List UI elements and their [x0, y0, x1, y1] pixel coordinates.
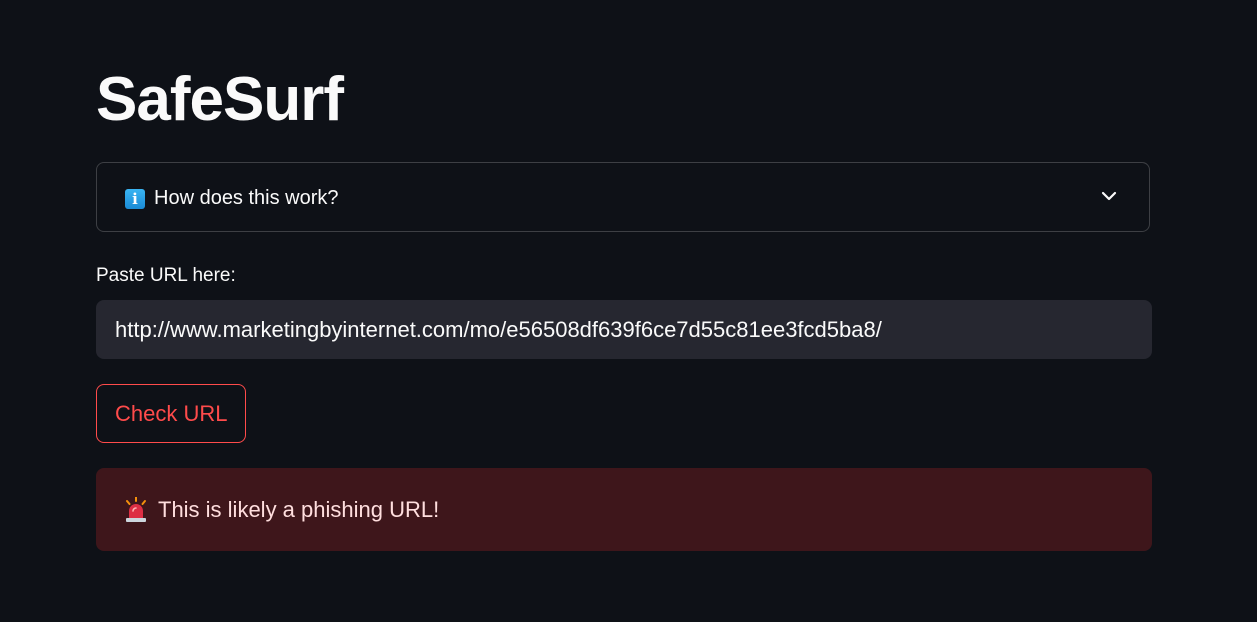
result-message: This is likely a phishing URL! — [158, 497, 440, 522]
result-alert: This is likely a phishing URL! — [96, 468, 1152, 551]
how-it-works-expander[interactable]: i How does this work? — [96, 162, 1150, 232]
check-url-button[interactable]: Check URL — [96, 384, 247, 443]
page-title: SafeSurf — [96, 65, 344, 134]
url-input[interactable] — [96, 300, 1152, 359]
info-icon: i — [125, 189, 145, 209]
siren-icon — [126, 497, 146, 522]
url-field-label: Paste URL here: — [96, 265, 236, 286]
expander-label: How does this work? — [154, 187, 339, 209]
chevron-down-icon[interactable] — [1100, 187, 1118, 205]
